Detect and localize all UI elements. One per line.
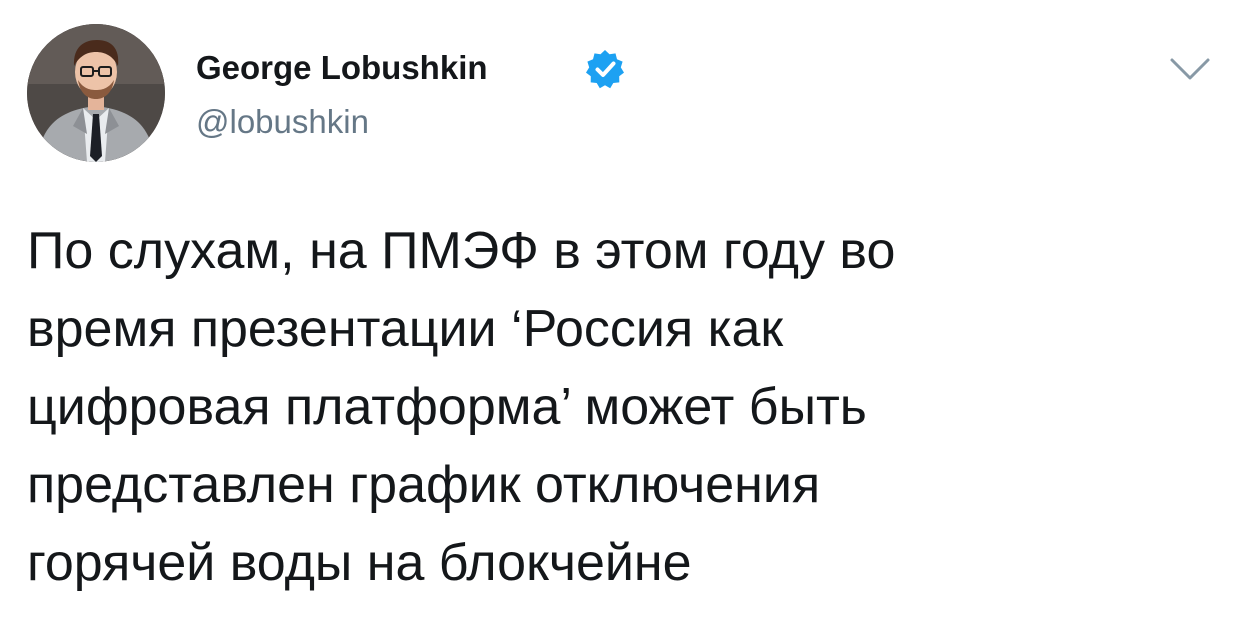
- avatar-image: [27, 24, 165, 162]
- tweet-card: George Lobushkin @lobushkin По слухам, н…: [0, 0, 1242, 624]
- author-display-name[interactable]: George Lobushkin: [196, 48, 488, 88]
- chevron-down-icon[interactable]: [1168, 54, 1212, 84]
- tweet-text-line: цифровая платформа’ может быть: [27, 378, 867, 436]
- verified-badge-icon: [586, 50, 624, 89]
- tweet-text-line: представлен график отключения: [27, 456, 821, 514]
- tweet-text-line: По слухам, на ПМЭФ в этом году во: [27, 222, 896, 280]
- tweet-text-line: время презентации ‘Россия как: [27, 300, 784, 358]
- avatar[interactable]: [27, 24, 165, 162]
- tweet-text-line: горячей воды на блокчейне: [27, 534, 692, 592]
- author-handle[interactable]: @lobushkin: [196, 102, 369, 142]
- tweet-text: По слухам, на ПМЭФ в этом году во время …: [27, 212, 1217, 602]
